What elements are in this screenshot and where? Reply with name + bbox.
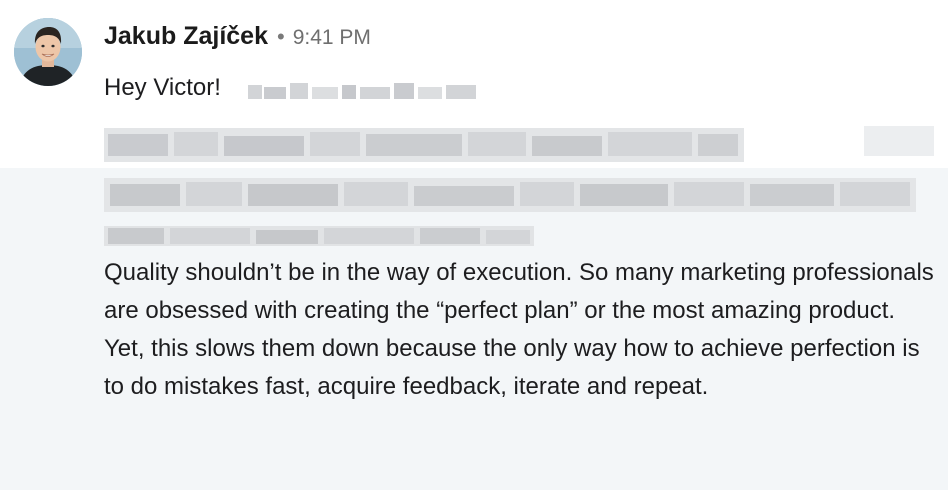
message-header: Jakub Zajíček • 9:41 PM [104,22,371,58]
redacted-paragraph [104,122,948,252]
message-body: Quality shouldn’t be in the way of execu… [104,259,934,400]
author-name[interactable]: Jakub Zajíček [104,22,268,51]
person-portrait-icon [14,18,82,86]
greeting-text: Hey Victor! [104,74,221,101]
avatar[interactable] [14,18,82,86]
timestamp: 9:41 PM [292,26,371,49]
redacted-inline-text [248,79,488,110]
separator-dot: • [276,24,285,49]
